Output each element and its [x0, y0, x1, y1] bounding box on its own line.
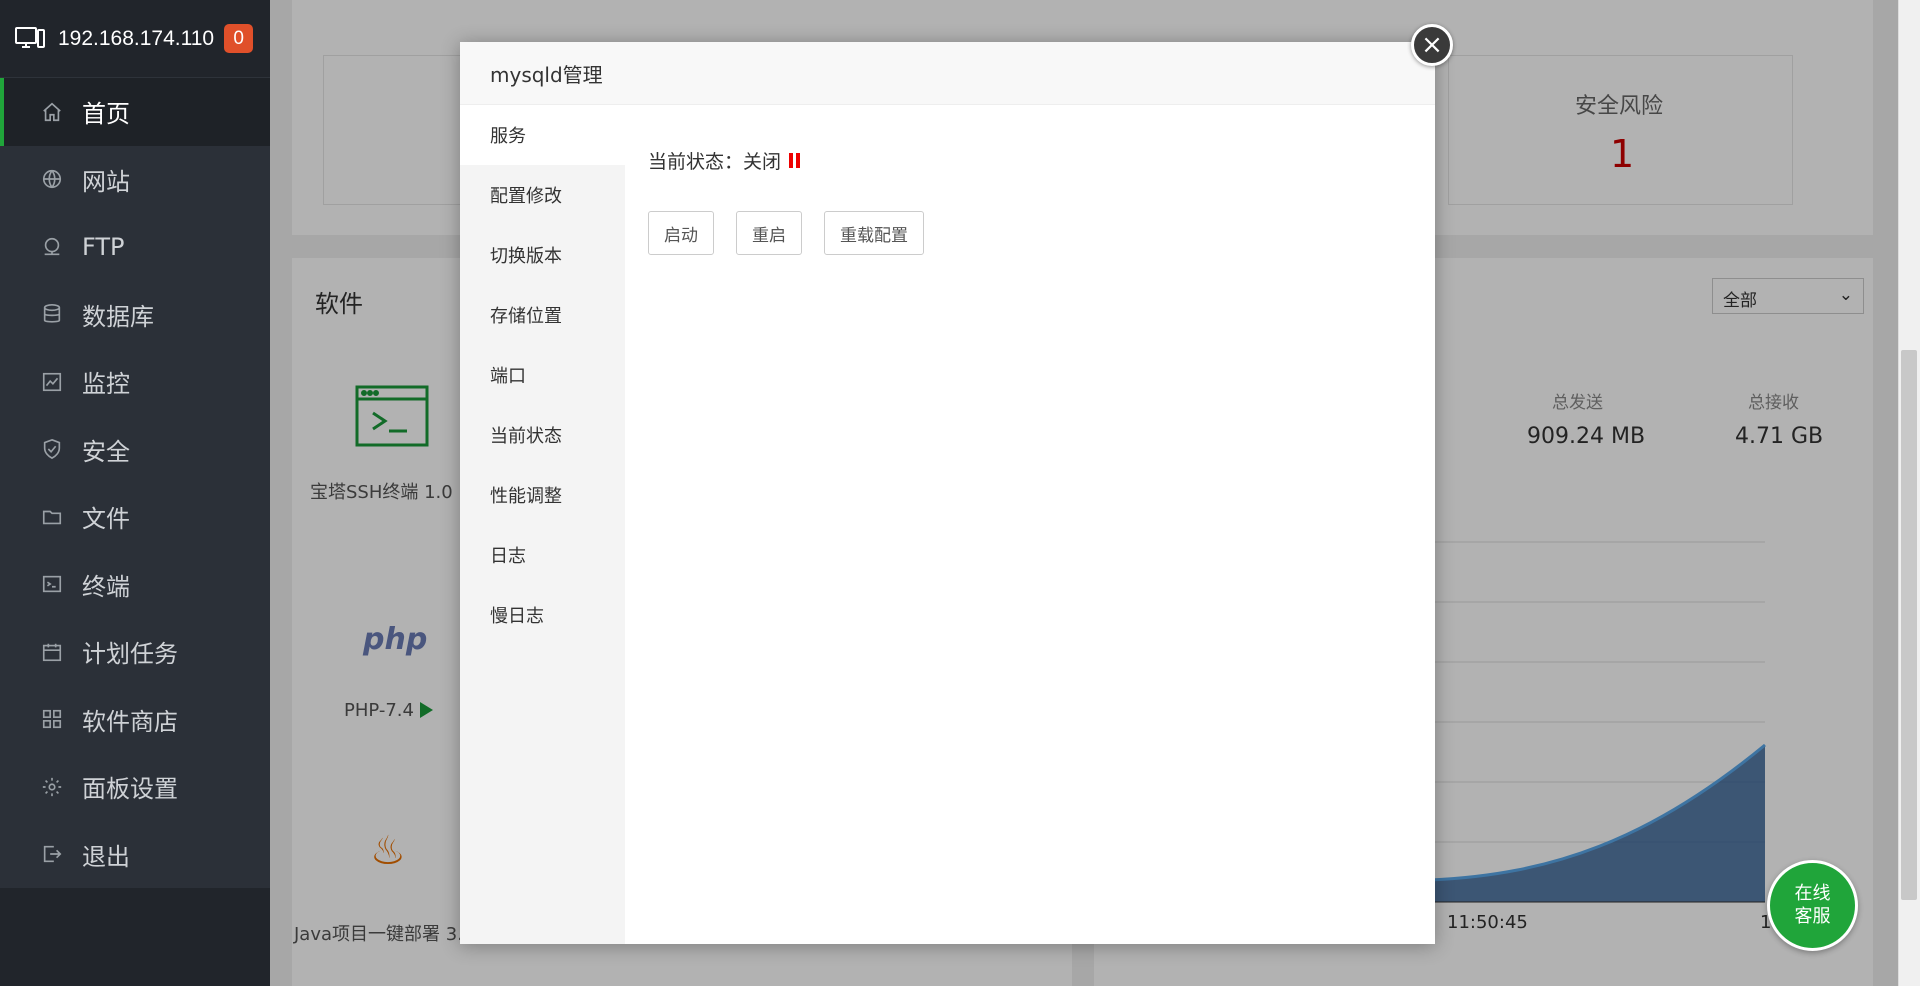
sidebar: 192.168.174.110 0 首页 网站 FTP 数据库 监控 安全 文件… [0, 0, 270, 986]
nav-label: 网站 [82, 167, 130, 196]
start-button[interactable]: 启动 [648, 211, 714, 255]
dialog-body: 服务 配置修改 切换版本 存储位置 端口 当前状态 性能调整 日志 慢日志 当前… [460, 105, 1435, 944]
home-icon [40, 100, 64, 124]
nav-label: 监控 [82, 370, 130, 399]
service-label-line2: 客服 [1794, 905, 1831, 927]
ftp-icon [40, 235, 64, 259]
globe-icon [40, 167, 64, 191]
nav-item-website[interactable]: 网站 [0, 146, 270, 214]
service-status: 当前状态：关闭 [648, 147, 1435, 174]
nav-item-database[interactable]: 数据库 [0, 281, 270, 349]
apps-icon [40, 707, 64, 731]
gear-icon [40, 775, 64, 799]
stopped-icon [789, 153, 801, 168]
tab-status[interactable]: 当前状态 [460, 405, 625, 465]
tab-port[interactable]: 端口 [460, 345, 625, 405]
calendar-icon [40, 640, 64, 664]
monitor-chart-icon [40, 370, 64, 394]
nav-label: 数据库 [82, 302, 154, 331]
server-header: 192.168.174.110 0 [0, 0, 270, 78]
scrollbar-thumb[interactable] [1901, 350, 1917, 900]
main-nav: 首页 网站 FTP 数据库 监控 安全 文件 终端 计划任务 软件商店 面板设置… [0, 78, 270, 888]
online-service-button[interactable]: 在线 客服 [1767, 860, 1858, 951]
nav-label: FTP [82, 232, 125, 261]
notification-badge[interactable]: 0 [224, 24, 254, 53]
tab-storage[interactable]: 存储位置 [460, 285, 625, 345]
reload-config-button[interactable]: 重载配置 [824, 211, 924, 255]
status-text: 当前状态：关闭 [648, 151, 782, 173]
nav-item-terminal[interactable]: 终端 [0, 551, 270, 619]
tab-performance[interactable]: 性能调整 [460, 465, 625, 525]
tab-service[interactable]: 服务 [460, 105, 625, 165]
nav-label: 退出 [82, 842, 130, 871]
nav-label: 计划任务 [82, 640, 178, 669]
service-content: 当前状态：关闭 启动 重启 重载配置 [648, 105, 1435, 255]
close-button[interactable]: × [1411, 24, 1453, 66]
nav-item-cron[interactable]: 计划任务 [0, 618, 270, 686]
nav-item-files[interactable]: 文件 [0, 483, 270, 551]
tab-version[interactable]: 切换版本 [460, 225, 625, 285]
nav-item-settings[interactable]: 面板设置 [0, 753, 270, 821]
nav-item-appstore[interactable]: 软件商店 [0, 686, 270, 754]
close-icon: × [1421, 30, 1443, 60]
folder-icon [40, 505, 64, 529]
nav-label: 软件商店 [82, 707, 178, 736]
terminal-icon [40, 572, 64, 596]
tab-slow-log[interactable]: 慢日志 [460, 585, 625, 645]
nav-item-security[interactable]: 安全 [0, 416, 270, 484]
server-ip: 192.168.174.110 [58, 26, 215, 50]
nav-label: 首页 [82, 100, 130, 129]
nav-item-logout[interactable]: 退出 [0, 821, 270, 889]
tab-log[interactable]: 日志 [460, 525, 625, 585]
nav-label: 终端 [82, 572, 130, 601]
nav-label: 文件 [82, 505, 130, 534]
monitor-icon [15, 26, 45, 48]
nav-item-home[interactable]: 首页 [0, 78, 270, 146]
service-actions: 启动 重启 重载配置 [648, 211, 1435, 255]
restart-button[interactable]: 重启 [736, 211, 802, 255]
dialog-title: mysqld管理 [460, 42, 1435, 105]
service-label-line1: 在线 [1794, 883, 1831, 904]
tab-config[interactable]: 配置修改 [460, 165, 625, 225]
nav-item-ftp[interactable]: FTP [0, 213, 270, 281]
dialog-tabs: 服务 配置修改 切换版本 存储位置 端口 当前状态 性能调整 日志 慢日志 [460, 105, 625, 944]
scrollbar[interactable] [1898, 0, 1920, 986]
logout-icon [40, 842, 64, 866]
mysqld-dialog: mysqld管理 服务 配置修改 切换版本 存储位置 端口 当前状态 性能调整 … [460, 42, 1435, 944]
shield-icon [40, 437, 64, 461]
nav-item-monitor[interactable]: 监控 [0, 348, 270, 416]
database-icon [40, 302, 64, 326]
nav-label: 安全 [82, 437, 130, 466]
nav-label: 面板设置 [82, 775, 178, 804]
